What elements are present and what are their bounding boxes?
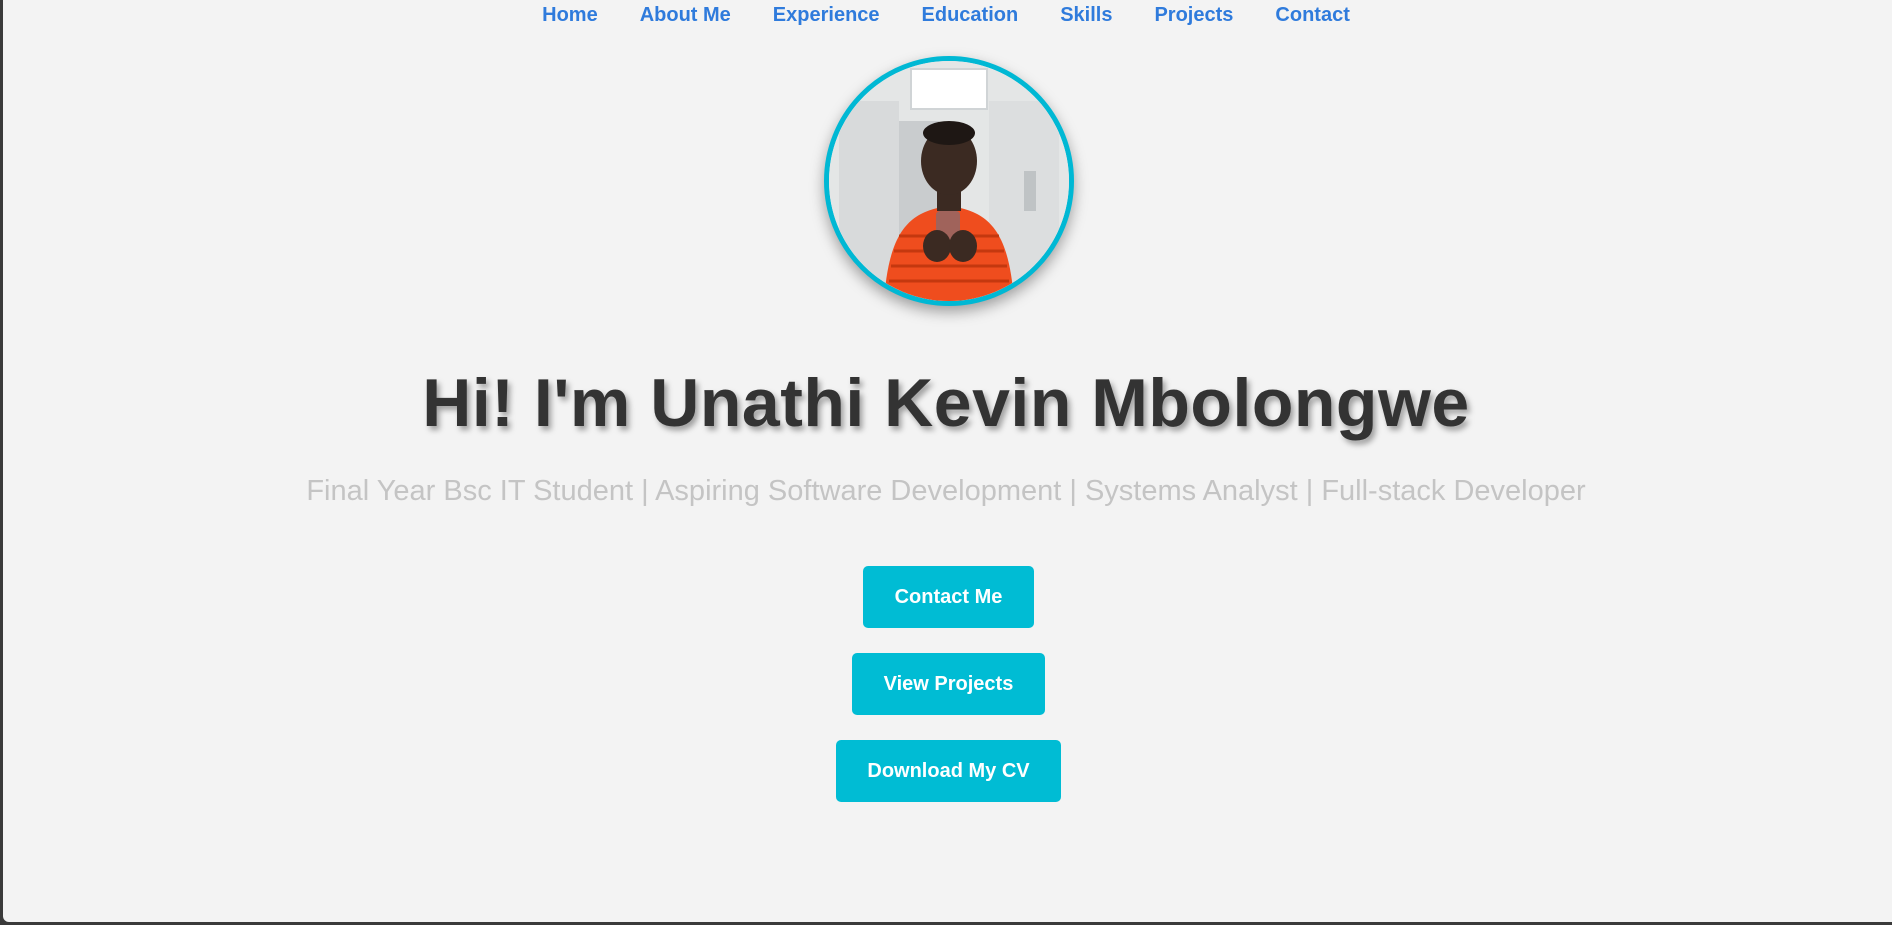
nav-link-skills[interactable]: Skills (1060, 4, 1112, 26)
hero-title: Hi! I'm Unathi Kevin Mbolongwe (422, 365, 1470, 441)
contact-me-button[interactable]: Contact Me (863, 566, 1034, 628)
profile-avatar (824, 56, 1074, 306)
nav-link-about-me[interactable]: About Me (640, 4, 731, 26)
hero-subtitle: Final Year Bsc IT Student | Aspiring Sof… (306, 475, 1586, 507)
nav-link-contact[interactable]: Contact (1275, 4, 1349, 26)
view-projects-button[interactable]: View Projects (852, 653, 1045, 715)
nav-link-experience[interactable]: Experience (773, 4, 880, 26)
download-cv-button[interactable]: Download My CV (836, 740, 1061, 802)
top-nav: Home About Me Experience Education Skill… (0, 4, 1892, 26)
nav-link-education[interactable]: Education (922, 4, 1019, 26)
nav-link-projects[interactable]: Projects (1154, 4, 1233, 26)
profile-photo-icon (829, 61, 1069, 301)
nav-link-home[interactable]: Home (542, 4, 598, 26)
